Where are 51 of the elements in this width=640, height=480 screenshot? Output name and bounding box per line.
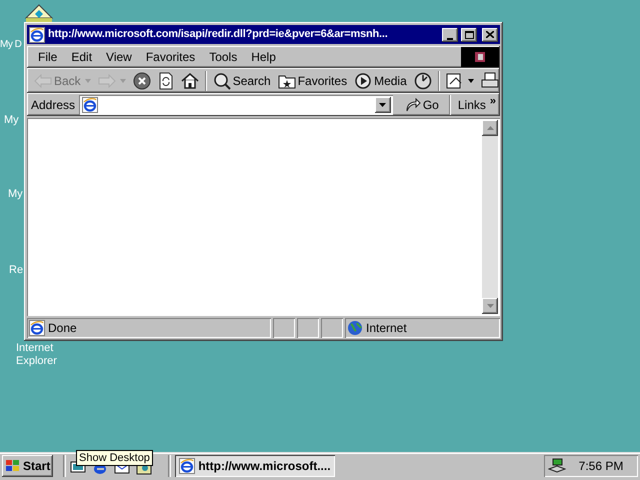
media-icon (354, 72, 372, 90)
links-button[interactable]: Links (454, 96, 486, 114)
clock: 7:56 PM (578, 458, 624, 475)
status-text: Done (48, 320, 77, 337)
minimize-button[interactable] (442, 28, 458, 42)
security-zone: Internet (366, 320, 407, 337)
maximize-button[interactable] (461, 28, 477, 42)
favorites-button[interactable]: Favorites (274, 70, 350, 92)
status-pane (321, 318, 343, 338)
menu-item[interactable]: Help (244, 48, 283, 66)
status-pane (297, 318, 319, 338)
right-arrow-icon (98, 74, 116, 88)
windows-logo-icon (5, 459, 21, 473)
down-arrow-icon (486, 304, 494, 308)
status-pane (273, 318, 295, 338)
up-arrow-icon (486, 126, 494, 130)
menu-item[interactable]: Favorites (138, 48, 202, 66)
menu-item[interactable]: File (31, 48, 64, 66)
stop-icon (132, 72, 151, 90)
go-arrow-icon (404, 98, 421, 112)
menu-item[interactable]: Tools (202, 48, 244, 66)
media-button[interactable]: Media (351, 70, 410, 92)
printer-icon (480, 72, 499, 90)
window-title: http://www.microsoft.com/isapi/redir.dll?prd=ie&pver=6&ar=msnh... (48, 27, 389, 42)
search-button[interactable]: Search (210, 70, 274, 92)
dropdown-button[interactable] (374, 96, 391, 112)
close-button[interactable] (482, 28, 498, 42)
globe-icon (347, 320, 363, 336)
dropdown-arrow-icon[interactable] (468, 78, 474, 82)
scroll-down-button[interactable] (482, 298, 498, 314)
star-folder-icon (278, 72, 296, 88)
network-icon[interactable] (548, 458, 566, 474)
left-arrow-icon (34, 74, 52, 88)
start-button[interactable]: Start (2, 455, 54, 477)
menu-item[interactable]: View (99, 48, 139, 66)
caret-icon (379, 102, 386, 106)
ie-logo-icon (29, 26, 45, 42)
menu-item[interactable]: Edit (64, 48, 100, 66)
scroll-up-button[interactable] (482, 120, 498, 136)
refresh-icon (158, 72, 174, 90)
address-field[interactable] (79, 94, 393, 114)
scrollbar[interactable] (482, 120, 498, 314)
address-label: Address (31, 96, 76, 114)
throbber-logo (461, 47, 499, 67)
chevron-button[interactable]: » (490, 93, 496, 110)
home-icon (180, 72, 199, 90)
taskbar-window-button[interactable]: http://www.microsoft.... (175, 455, 336, 477)
search-icon (212, 72, 231, 90)
close-icon (486, 31, 494, 38)
go-button[interactable]: Go (398, 94, 445, 114)
tooltip: Show Desktop (76, 450, 153, 466)
